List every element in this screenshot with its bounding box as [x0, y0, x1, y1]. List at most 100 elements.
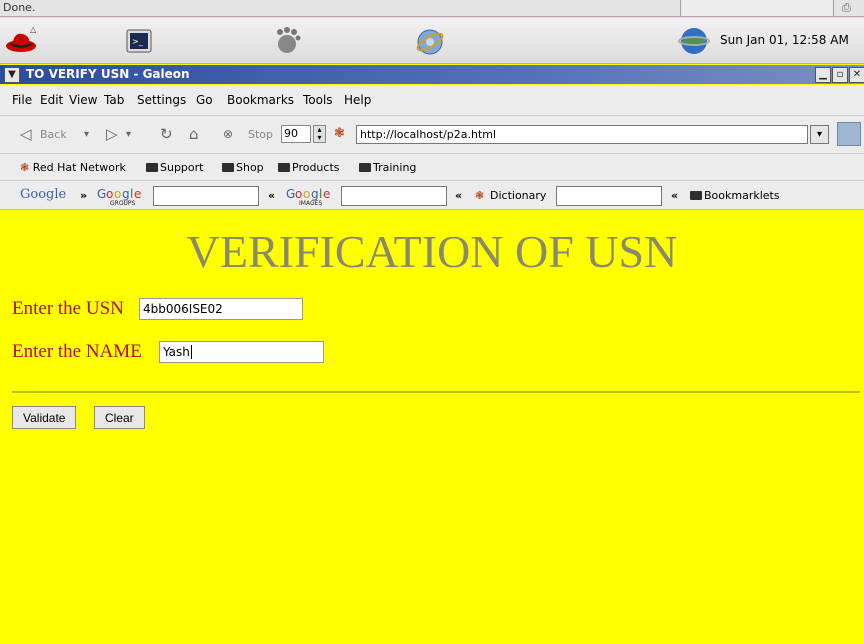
- redhat-menu-icon[interactable]: △: [4, 24, 38, 58]
- forward-arrow-icon[interactable]: ▷: [106, 125, 118, 143]
- home-icon[interactable]: ⌂: [189, 125, 199, 143]
- close-icon[interactable]: ✕: [849, 67, 864, 83]
- dictionary-label[interactable]: Dictionary: [490, 189, 546, 202]
- menu-go[interactable]: Go: [196, 93, 213, 107]
- svg-text:l: l: [319, 187, 322, 201]
- bookmark-label: Products: [292, 161, 340, 174]
- bookmark-support[interactable]: Support: [146, 161, 203, 174]
- usn-label: Enter the USN: [12, 298, 124, 319]
- bookmark-label: Red Hat Network: [32, 161, 126, 174]
- zoom-spinner[interactable]: ▴ ▾: [313, 125, 326, 143]
- usn-input[interactable]: 4bb006ISE02: [139, 298, 303, 320]
- folder-icon: [278, 163, 290, 172]
- folder-icon: [690, 191, 702, 200]
- menu-help[interactable]: Help: [344, 93, 371, 107]
- bookmark-label: Support: [160, 161, 204, 174]
- maximize-icon[interactable]: ▫: [832, 67, 848, 83]
- svg-text:g: g: [122, 187, 130, 201]
- menu-tools[interactable]: Tools: [303, 93, 333, 107]
- dictionary-input[interactable]: [556, 186, 662, 206]
- security-lock-icon: ⎙: [842, 1, 851, 14]
- status-bar: Done. ⎙: [0, 0, 864, 17]
- minimize-icon[interactable]: ▁: [815, 67, 831, 83]
- menu-tab[interactable]: Tab: [104, 93, 124, 107]
- menu-bookmarks[interactable]: Bookmarks: [227, 93, 294, 107]
- bookmark-label: Shop: [236, 161, 264, 174]
- reload-icon[interactable]: ↻: [160, 125, 173, 143]
- forward-history-chevron-icon[interactable]: ▾: [126, 129, 131, 140]
- bookmark-red-hat-network[interactable]: ❃ Red Hat Network: [20, 161, 126, 174]
- google-images-logo-icon[interactable]: Google IMAGES: [286, 186, 338, 206]
- svg-text:IMAGES: IMAGES: [299, 200, 322, 206]
- collapse-chevron-icon[interactable]: «: [671, 189, 678, 202]
- name-label: Enter the NAME: [12, 341, 142, 362]
- svg-text:o: o: [295, 187, 302, 201]
- bookmarklets-folder[interactable]: Bookmarklets: [690, 189, 780, 202]
- stop-button[interactable]: Stop: [248, 128, 273, 141]
- menu-file[interactable]: File: [12, 93, 32, 107]
- bookmark-label: Training: [373, 161, 417, 174]
- svg-text:o: o: [303, 187, 310, 201]
- collapse-chevron-icon[interactable]: «: [268, 189, 275, 202]
- clear-button[interactable]: Clear: [94, 406, 145, 429]
- navigation-toolbar: ◁ Back ▾ ▷ ▾ ↻ ⌂ ⊗ Stop 90 ▴ ▾ ❃ http://l…: [0, 115, 864, 153]
- svg-text:GROUPS: GROUPS: [110, 200, 136, 206]
- svg-text:e: e: [323, 187, 330, 201]
- name-input-value: Yash: [163, 345, 190, 359]
- collapse-chevron-icon[interactable]: «: [455, 189, 462, 202]
- page-favicon-icon: ❃: [334, 126, 345, 141]
- svg-text:g: g: [311, 187, 319, 201]
- page-heading: VERIFICATION OF USN: [186, 226, 678, 277]
- validate-button[interactable]: Validate: [12, 406, 77, 429]
- google-images-input[interactable]: [341, 186, 447, 206]
- horizontal-rule: [12, 391, 860, 394]
- menu-edit[interactable]: Edit: [40, 93, 63, 107]
- google-more-icon[interactable]: »: [80, 189, 87, 202]
- status-text: Done.: [3, 1, 36, 14]
- gnome-foot-icon[interactable]: [270, 24, 304, 58]
- stop-icon[interactable]: ⊗: [223, 127, 233, 141]
- url-input[interactable]: http://localhost/p2a.html: [356, 125, 808, 144]
- svg-text:e: e: [134, 187, 141, 201]
- status-progress-slot: [680, 0, 834, 16]
- google-toolbar: Google » Google GROUPS « Google IMAGES «…: [0, 180, 864, 210]
- back-button[interactable]: Back: [40, 128, 67, 141]
- bookmark-training[interactable]: Training: [359, 161, 416, 174]
- menu-settings[interactable]: Settings: [137, 93, 186, 107]
- name-input[interactable]: Yash: [159, 341, 324, 363]
- window-menu-icon[interactable]: ▼: [4, 67, 20, 83]
- back-arrow-icon[interactable]: ◁: [20, 125, 32, 143]
- text-cursor: [190, 345, 192, 359]
- bookmark-products[interactable]: Products: [278, 161, 340, 174]
- panel-clock[interactable]: Sun Jan 01, 12:58 AM: [720, 33, 849, 47]
- folder-icon: [359, 163, 371, 172]
- bookmarklets-label: Bookmarklets: [704, 189, 780, 202]
- menu-view[interactable]: View: [69, 93, 97, 107]
- bookmarks-toolbar: ❃ Red Hat Network Support Shop Products …: [0, 153, 864, 180]
- gnome-panel: △ >_ Sun Jan 01, 12:58 AM: [0, 18, 864, 64]
- menubar: File Edit View Tab Settings Go Bookmarks…: [0, 85, 864, 115]
- google-groups-input[interactable]: [153, 186, 259, 206]
- terminal-icon[interactable]: >_: [125, 27, 153, 55]
- back-history-chevron-icon[interactable]: ▾: [84, 129, 89, 140]
- page-content: VERIFICATION OF USN Enter the USN 4bb006…: [0, 211, 864, 644]
- folder-icon: [222, 163, 234, 172]
- window-titlebar[interactable]: ▼ TO VERIFY USN - Galeon ▁ ▫ ✕: [0, 65, 864, 84]
- google-search-logo[interactable]: Google: [20, 187, 66, 202]
- svg-text:o: o: [114, 187, 121, 201]
- svg-text:G: G: [97, 187, 106, 201]
- go-button[interactable]: [837, 122, 861, 146]
- update-agent-icon[interactable]: [678, 26, 710, 56]
- svg-text:△: △: [30, 25, 37, 34]
- redhat-bookmark-icon: ❃: [20, 161, 30, 174]
- dictionary-icon: ❃: [475, 189, 485, 202]
- galeon-browser-icon[interactable]: [414, 24, 448, 58]
- svg-text:G: G: [286, 187, 295, 201]
- google-groups-logo-icon[interactable]: Google GROUPS: [97, 186, 149, 206]
- window-title: TO VERIFY USN - Galeon: [26, 67, 190, 81]
- folder-icon: [146, 163, 158, 172]
- zoom-input[interactable]: 90: [281, 125, 311, 143]
- url-history-dropdown-icon[interactable]: ▾: [810, 125, 829, 144]
- bookmark-shop[interactable]: Shop: [222, 161, 264, 174]
- svg-text:>_: >_: [132, 37, 144, 46]
